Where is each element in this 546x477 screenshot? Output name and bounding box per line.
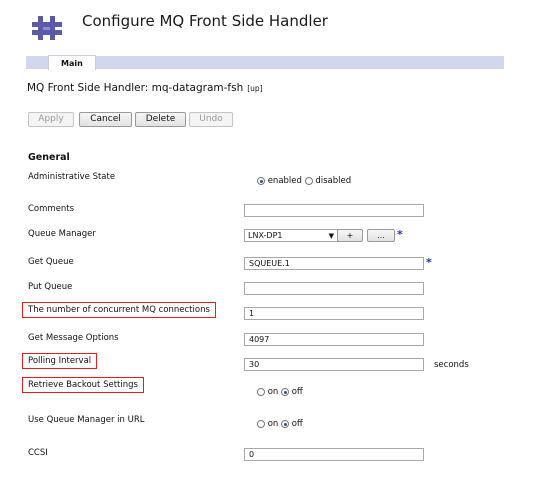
- concurrent-connections-label: The number of concurrent MQ connections: [22, 302, 216, 318]
- admin-state-radio-group: enabled disabled: [257, 176, 351, 187]
- queue-manager-value: LNX-DP1: [248, 231, 283, 240]
- status-badge: [up]: [247, 84, 263, 93]
- comments-label: Comments: [28, 204, 75, 214]
- add-queue-manager-button[interactable]: +: [337, 229, 363, 242]
- queue-manager-select[interactable]: LNX-DP1 ▼: [244, 229, 338, 242]
- retrieve-backout-radio-group: on off: [257, 387, 303, 398]
- use-qm-in-url-on-label: on: [267, 419, 279, 429]
- chevron-down-icon: ▼: [328, 232, 334, 240]
- put-queue-input[interactable]: [244, 282, 424, 295]
- admin-state-enabled-radio[interactable]: [257, 177, 265, 185]
- retrieve-backout-on-radio[interactable]: [257, 388, 265, 396]
- use-qm-in-url-off-radio[interactable]: [281, 420, 289, 428]
- use-qm-in-url-radio-group: on off: [257, 419, 303, 430]
- retrieve-backout-off-radio[interactable]: [281, 388, 289, 396]
- use-qm-in-url-on-radio[interactable]: [257, 420, 265, 428]
- retrieve-backout-label: Retrieve Backout Settings: [22, 377, 144, 393]
- apply-button[interactable]: Apply: [28, 112, 74, 127]
- section-general-title: General: [28, 152, 70, 163]
- comments-input[interactable]: [244, 204, 424, 217]
- tab-strip: [26, 56, 504, 69]
- polling-interval-unit: seconds: [434, 360, 469, 370]
- tab-main[interactable]: Main: [48, 55, 96, 70]
- admin-state-disabled-radio[interactable]: [304, 177, 313, 185]
- get-queue-input[interactable]: SQUEUE.1: [244, 257, 424, 270]
- admin-state-label: Administrative State: [28, 172, 116, 182]
- required-marker: *: [426, 256, 432, 269]
- polling-interval-label: Polling Interval: [22, 353, 98, 369]
- admin-state-enabled-label: enabled: [267, 176, 302, 186]
- retrieve-backout-on-label: on: [267, 387, 279, 397]
- page-title: Configure MQ Front Side Handler: [82, 12, 328, 30]
- required-marker: *: [397, 228, 403, 241]
- retrieve-backout-off-label: off: [291, 387, 303, 397]
- get-message-options-label: Get Message Options: [28, 333, 119, 343]
- ccsi-label: CCSI: [28, 448, 48, 458]
- concurrent-connections-input[interactable]: 1: [244, 307, 424, 320]
- get-queue-label: Get Queue: [28, 257, 74, 267]
- use-qm-in-url-off-label: off: [291, 419, 303, 429]
- undo-button[interactable]: Undo: [189, 112, 233, 127]
- admin-state-disabled-label: disabled: [315, 176, 352, 186]
- handler-name: MQ Front Side Handler: mq-datagram-fsh: [27, 82, 244, 94]
- handler-heading: MQ Front Side Handler: mq-datagram-fsh [u…: [27, 82, 263, 94]
- queue-manager-label: Queue Manager: [28, 229, 96, 239]
- delete-button[interactable]: Delete: [135, 112, 186, 127]
- polling-interval-input[interactable]: 30: [244, 358, 424, 371]
- cancel-button[interactable]: Cancel: [79, 112, 132, 127]
- edit-queue-manager-button[interactable]: ...: [367, 229, 395, 242]
- get-message-options-input[interactable]: 4097: [244, 333, 424, 346]
- mq-handler-logo-icon: [31, 16, 63, 40]
- put-queue-label: Put Queue: [28, 282, 73, 292]
- ccsi-input[interactable]: 0: [244, 448, 424, 461]
- use-qm-in-url-label: Use Queue Manager in URL: [28, 415, 145, 425]
